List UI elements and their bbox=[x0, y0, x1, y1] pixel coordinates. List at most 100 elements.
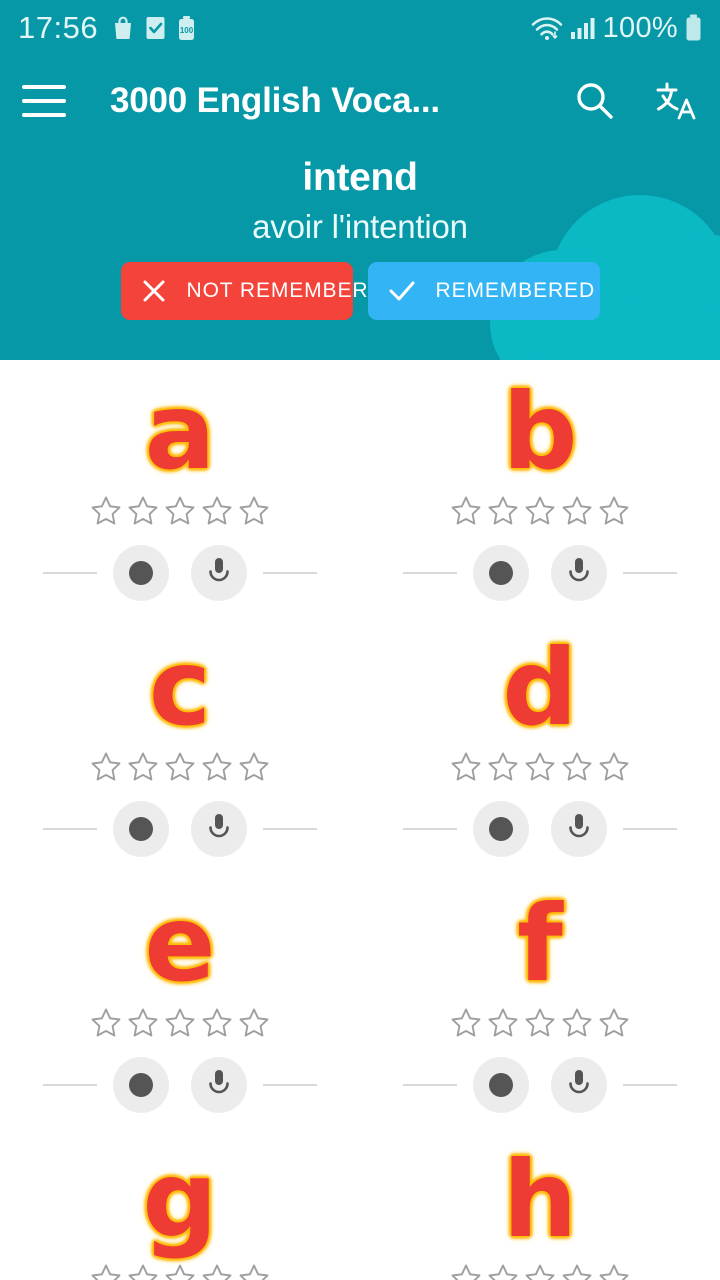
record-dot-icon bbox=[129, 817, 153, 841]
record-dot-icon bbox=[129, 1073, 153, 1097]
play-sound-button[interactable] bbox=[113, 1057, 169, 1113]
record-dot-icon bbox=[489, 817, 513, 841]
rating-star[interactable] bbox=[126, 1262, 160, 1280]
letter-card[interactable]: e bbox=[0, 886, 360, 1142]
letter-glyph: a bbox=[144, 371, 216, 493]
rating-star[interactable] bbox=[560, 750, 594, 789]
rating-star[interactable] bbox=[449, 494, 483, 533]
rating-star[interactable] bbox=[597, 494, 631, 533]
rating-star[interactable] bbox=[237, 1006, 271, 1045]
divider-right bbox=[263, 828, 317, 830]
divider-right bbox=[263, 1084, 317, 1086]
microphone-icon bbox=[566, 1068, 592, 1103]
record-voice-button[interactable] bbox=[191, 801, 247, 857]
translate-icon[interactable] bbox=[654, 80, 698, 122]
rating-star[interactable] bbox=[126, 750, 160, 789]
rating-star[interactable] bbox=[486, 1006, 520, 1045]
rating-star[interactable] bbox=[89, 1262, 123, 1280]
star-rating bbox=[449, 1006, 631, 1045]
letter-glyph: g bbox=[142, 1139, 218, 1261]
rating-star[interactable] bbox=[163, 1262, 197, 1280]
record-voice-button[interactable] bbox=[551, 545, 607, 601]
not-remember-label: NOT REMEMBER bbox=[186, 279, 369, 302]
rating-star[interactable] bbox=[449, 1262, 483, 1280]
hamburger-menu-icon[interactable] bbox=[22, 85, 66, 117]
rating-star[interactable] bbox=[89, 494, 123, 533]
star-rating bbox=[449, 494, 631, 533]
record-voice-button[interactable] bbox=[191, 545, 247, 601]
remembered-label: REMEMBERED bbox=[435, 279, 596, 302]
rating-star[interactable] bbox=[560, 1006, 594, 1045]
rating-star[interactable] bbox=[237, 1262, 271, 1280]
page-title: 3000 English Voca... bbox=[110, 81, 440, 120]
letter-card[interactable]: h bbox=[360, 1142, 720, 1280]
rating-star[interactable] bbox=[523, 494, 557, 533]
rating-star[interactable] bbox=[237, 750, 271, 789]
divider-left bbox=[403, 572, 457, 574]
rating-star[interactable] bbox=[200, 1262, 234, 1280]
letter-glyph: h bbox=[502, 1139, 578, 1261]
play-sound-button[interactable] bbox=[473, 545, 529, 601]
letter-controls bbox=[403, 801, 677, 857]
letter-card[interactable]: g bbox=[0, 1142, 360, 1280]
microphone-icon bbox=[206, 812, 232, 847]
rating-star[interactable] bbox=[597, 1006, 631, 1045]
rating-star[interactable] bbox=[560, 494, 594, 533]
microphone-icon bbox=[206, 556, 232, 591]
shopping-bag-icon bbox=[112, 15, 134, 41]
search-icon[interactable] bbox=[574, 80, 616, 122]
answer-buttons: NOT REMEMBER REMEMBERED bbox=[0, 262, 720, 320]
status-bar-notification-icons: 100 bbox=[112, 15, 196, 41]
play-sound-button[interactable] bbox=[113, 801, 169, 857]
rating-star[interactable] bbox=[163, 750, 197, 789]
app-bar: 3000 English Voca... bbox=[0, 56, 720, 146]
remembered-button[interactable]: REMEMBERED bbox=[367, 262, 600, 320]
letter-card[interactable]: f bbox=[360, 886, 720, 1142]
rating-star[interactable] bbox=[486, 750, 520, 789]
letter-card[interactable]: d bbox=[360, 630, 720, 886]
rating-star[interactable] bbox=[163, 1006, 197, 1045]
rating-star[interactable] bbox=[523, 750, 557, 789]
record-voice-button[interactable] bbox=[551, 801, 607, 857]
record-voice-button[interactable] bbox=[551, 1057, 607, 1113]
rating-star[interactable] bbox=[89, 1006, 123, 1045]
rating-star[interactable] bbox=[486, 494, 520, 533]
battery-percent-label: 100% bbox=[602, 11, 678, 44]
rating-star[interactable] bbox=[486, 1262, 520, 1280]
rating-star[interactable] bbox=[200, 750, 234, 789]
letter-card[interactable]: b bbox=[360, 374, 720, 630]
play-sound-button[interactable] bbox=[473, 1057, 529, 1113]
rating-star[interactable] bbox=[163, 494, 197, 533]
battery-saver-icon: 100 bbox=[177, 15, 196, 41]
microphone-icon bbox=[566, 556, 592, 591]
divider-left bbox=[43, 1084, 97, 1086]
rating-star[interactable] bbox=[597, 750, 631, 789]
rating-star[interactable] bbox=[200, 1006, 234, 1045]
play-sound-button[interactable] bbox=[113, 545, 169, 601]
status-bar-system-icons: 100% bbox=[531, 12, 702, 45]
rating-star[interactable] bbox=[523, 1006, 557, 1045]
rating-star[interactable] bbox=[560, 1262, 594, 1280]
letter-card[interactable]: a bbox=[0, 374, 360, 630]
status-bar: 17:56 100 100% bbox=[0, 0, 720, 56]
letter-glyph: d bbox=[502, 627, 578, 749]
record-dot-icon bbox=[489, 561, 513, 585]
rating-star[interactable] bbox=[200, 494, 234, 533]
rating-star[interactable] bbox=[126, 1006, 160, 1045]
rating-star[interactable] bbox=[237, 494, 271, 533]
flashcard-block: intend avoir l'intention NOT REMEMBER RE… bbox=[0, 146, 720, 320]
close-x-icon bbox=[141, 278, 167, 304]
letter-card[interactable]: c bbox=[0, 630, 360, 886]
star-rating bbox=[449, 1262, 631, 1280]
play-sound-button[interactable] bbox=[473, 801, 529, 857]
rating-star[interactable] bbox=[523, 1262, 557, 1280]
microphone-icon bbox=[566, 812, 592, 847]
divider-left bbox=[43, 828, 97, 830]
rating-star[interactable] bbox=[89, 750, 123, 789]
rating-star[interactable] bbox=[449, 750, 483, 789]
not-remember-button[interactable]: NOT REMEMBER bbox=[120, 262, 368, 320]
rating-star[interactable] bbox=[449, 1006, 483, 1045]
rating-star[interactable] bbox=[126, 494, 160, 533]
record-voice-button[interactable] bbox=[191, 1057, 247, 1113]
rating-star[interactable] bbox=[597, 1262, 631, 1280]
